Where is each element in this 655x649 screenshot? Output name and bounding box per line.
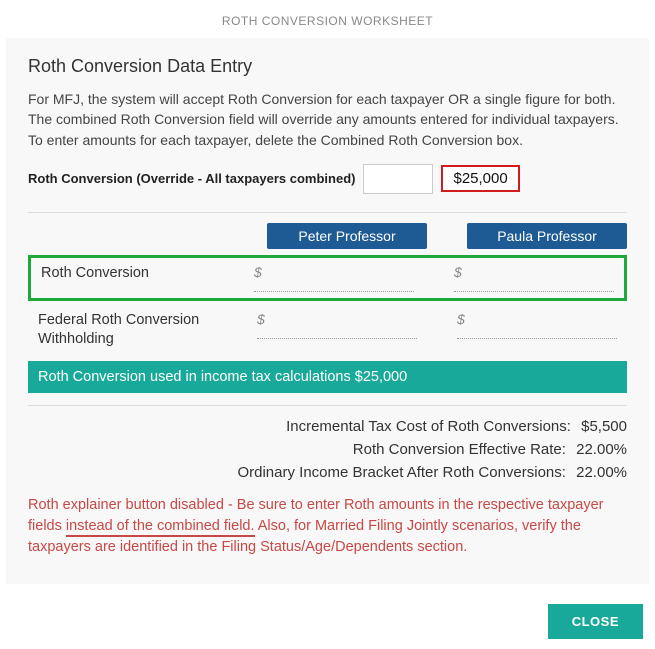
dollar-icon: $ xyxy=(457,311,465,327)
summary-incremental-tax: Incremental Tax Cost of Roth Conversions… xyxy=(28,418,627,435)
summary-label: Roth Conversion Effective Rate: xyxy=(353,441,566,458)
close-button[interactable]: CLOSE xyxy=(548,604,643,639)
fed-withholding-tp2-field[interactable]: $ xyxy=(457,311,617,339)
summary-block: Incremental Tax Cost of Roth Conversions… xyxy=(28,418,627,481)
row-label: Federal Roth Conversion Withholding xyxy=(38,311,257,349)
footer: CLOSE xyxy=(0,584,655,649)
taxpayer-2-pill: Paula Professor xyxy=(467,223,627,249)
summary-value: 22.00% xyxy=(576,441,627,458)
summary-value: $5,500 xyxy=(581,418,627,435)
section-heading: Roth Conversion Data Entry xyxy=(28,56,627,77)
summary-label: Incremental Tax Cost of Roth Conversions… xyxy=(286,418,571,435)
roth-conversion-highlight-box: Roth Conversion $ $ xyxy=(28,255,627,301)
row-label: Roth Conversion xyxy=(41,264,254,283)
calculation-summary-bar: Roth Conversion used in income tax calcu… xyxy=(28,361,627,393)
warning-text: Roth explainer button disabled - Be sure… xyxy=(28,495,627,558)
data-entry-panel: Roth Conversion Data Entry For MFJ, the … xyxy=(6,38,649,584)
divider xyxy=(28,405,627,406)
roth-conversion-tp1-field[interactable]: $ xyxy=(254,264,414,292)
fed-withholding-row: Federal Roth Conversion Withholding $ $ xyxy=(28,307,627,353)
intro-text: For MFJ, the system will accept Roth Con… xyxy=(28,89,627,150)
summary-value: 22.00% xyxy=(576,464,627,481)
worksheet-title: ROTH CONVERSION WORKSHEET xyxy=(0,0,655,38)
override-highlight-value: $25,000 xyxy=(441,165,519,192)
dollar-icon: $ xyxy=(257,311,265,327)
override-label: Roth Conversion (Override - All taxpayer… xyxy=(28,171,355,186)
override-row: Roth Conversion (Override - All taxpayer… xyxy=(28,164,627,194)
dollar-icon: $ xyxy=(254,264,262,280)
summary-label: Ordinary Income Bracket After Roth Conve… xyxy=(237,464,565,481)
divider xyxy=(28,212,627,213)
roth-conversion-row: Roth Conversion $ $ xyxy=(41,262,614,294)
taxpayer-header: Peter Professor Paula Professor xyxy=(28,223,627,249)
summary-ordinary-bracket: Ordinary Income Bracket After Roth Conve… xyxy=(28,464,627,481)
roth-conversion-tp2-field[interactable]: $ xyxy=(454,264,614,292)
override-input[interactable] xyxy=(363,164,433,194)
warning-underlined: instead of the combined field. xyxy=(66,518,255,537)
summary-effective-rate: Roth Conversion Effective Rate: 22.00% xyxy=(28,441,627,458)
fed-withholding-tp1-field[interactable]: $ xyxy=(257,311,417,339)
taxpayer-1-pill: Peter Professor xyxy=(267,223,427,249)
dollar-icon: $ xyxy=(454,264,462,280)
